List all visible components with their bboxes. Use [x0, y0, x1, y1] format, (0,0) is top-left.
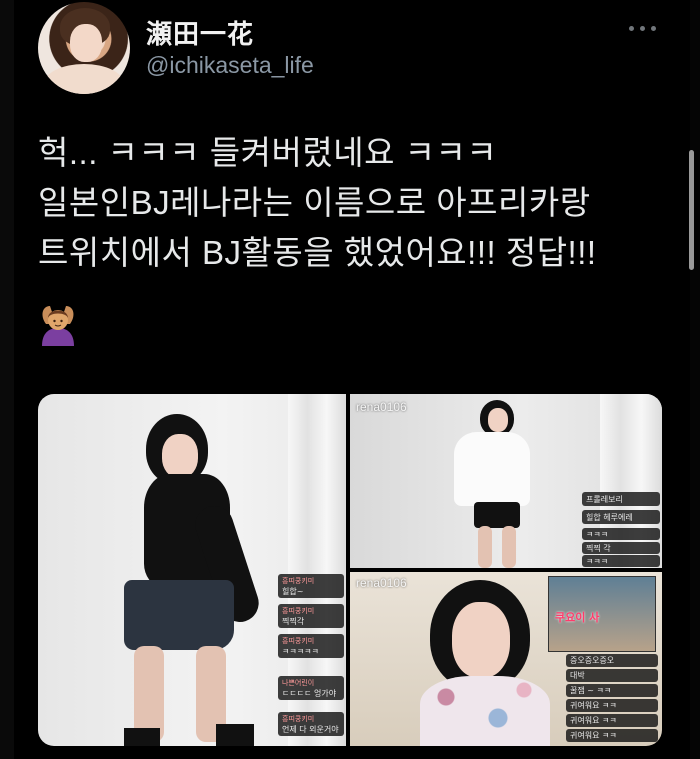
chat-username: 흥띠쿵키미 [282, 637, 315, 645]
more-options-icon[interactable] [622, 18, 662, 38]
chat-text: 귀여워요 ㅋㅋ [570, 731, 617, 740]
media-image-top-right[interactable]: rena0106 프롤레보리 힐합 헤루에레 ㅋㅋㅋ 찍찍 각 ㅋㅋㅋ [350, 394, 662, 568]
tv-caption: 쿠요이 사 [555, 611, 600, 624]
more-dot [639, 25, 645, 31]
chat-text: 대박 [570, 671, 585, 680]
face [452, 602, 510, 678]
chat-text: 찍찍각 [282, 617, 305, 626]
tweet-line: 일본인BJ레나라는 이름으로 아프리카랑 [38, 184, 591, 221]
chat-text: 귀여워요 ㅋㅋ [570, 701, 617, 710]
watermark: rena0106 [356, 400, 407, 414]
shoe [124, 728, 160, 746]
chat-message: 귀여워요 ㅋㅋ [566, 699, 658, 712]
chat-text: 찍찍 각 [586, 544, 611, 553]
chat-text: 힐합~ [282, 587, 304, 596]
display-name[interactable]: 瀬田一花 [146, 14, 254, 51]
chat-message: 흥띠쿵키미 언제 다 외운거야 [278, 712, 344, 736]
chat-message: ㅋㅋㅋ [582, 528, 660, 540]
chat-message: 흥띠쿵키미 힐합~ [278, 574, 344, 598]
chat-message: 귀여워요 ㅋㅋ [566, 729, 658, 742]
tweet-line: 트위치에서 BJ활동을 했었어요!!! 정답!!! [38, 234, 597, 271]
chat-text: 언제 다 외운거야 [282, 725, 339, 734]
watermark: rena0106 [356, 576, 407, 590]
media-grid[interactable]: 흥띠쿵키미 힐합~ 흥띠쿵키미 찍찍각 흥띠쿵키미 ㅋㅋㅋㅋㅋ 나쁜어린이 ㄷㄷ… [38, 394, 662, 746]
media-image-bottom-right[interactable]: rena0106 쿠요이 사 증오증오증오 대박 꿀잼 ~ ㅋㅋ 귀여워요 ㅋㅋ… [350, 572, 662, 746]
more-dot [650, 25, 656, 31]
scrollbar[interactable] [689, 150, 694, 270]
chat-message: 귀여워요 ㅋㅋ [566, 714, 658, 727]
chat-text: ㅋㅋㅋ [586, 530, 609, 539]
skirt [124, 580, 234, 650]
tweet-line: 헉... ㅋㅋㅋ 들켜버렸네요 ㅋㅋㅋ [38, 134, 498, 171]
chat-message: 흥띠쿵키미 ㅋㅋㅋㅋㅋ [278, 634, 344, 658]
chat-message: ㅋㅋㅋ [582, 555, 660, 567]
shoe [216, 724, 254, 746]
chat-username: 흥띠쿵키미 [282, 577, 315, 585]
white-top [454, 432, 530, 506]
chat-message: 나쁜어린이 ㄷㄷㄷㄷ 엉가야 [278, 676, 344, 700]
frame-edge-right [690, 0, 700, 759]
tweet-text: 헉... ㅋㅋㅋ 들켜버렸네요 ㅋㅋㅋ 일본인BJ레나라는 이름으로 아프리카랑… [38, 128, 678, 278]
chat-message: 증오증오증오 [566, 654, 658, 667]
chat-text: ㅋㅋㅋㅋㅋ [282, 647, 319, 656]
chat-message: 찍찍 각 [582, 542, 660, 554]
chat-text: 프롤레보리 [586, 495, 623, 504]
chat-text: 힐합 헤루에레 [586, 513, 633, 522]
media-image-left[interactable]: 흥띠쿵키미 힐합~ 흥띠쿵키미 찍찍각 흥띠쿵키미 ㅋㅋㅋㅋㅋ 나쁜어린이 ㄷㄷ… [38, 394, 346, 746]
chat-message: 힐합 헤루에레 [582, 510, 660, 524]
floral-top [420, 676, 550, 746]
more-dot [628, 25, 634, 31]
person-gesturing-ok-icon [42, 306, 74, 346]
avatar[interactable] [38, 2, 130, 94]
user-handle[interactable]: @ichikaseta_life [146, 52, 314, 79]
chat-text: 꿀잼 ~ ㅋㅋ [570, 686, 612, 695]
chat-text: ㄷㄷㄷㄷ 엉가야 [282, 689, 337, 698]
avatar-shoulder [44, 64, 124, 94]
frame-edge-left [0, 0, 14, 759]
face [162, 434, 198, 478]
chat-message: 프롤레보리 [582, 492, 660, 506]
chat-username: 흥띠쿵키미 [282, 607, 315, 615]
chat-text: 증오증오증오 [570, 656, 615, 665]
chat-message: 대박 [566, 669, 658, 682]
chat-username: 흥띠쿵키미 [282, 715, 315, 723]
leg [502, 526, 516, 568]
tv-inset: 쿠요이 사 [548, 576, 656, 652]
face [488, 408, 508, 432]
shorts [474, 502, 520, 528]
avatar-face [70, 24, 102, 62]
chat-text: 귀여워요 ㅋㅋ [570, 716, 617, 725]
chat-username: 나쁜어린이 [282, 679, 315, 687]
chat-message: 꿀잼 ~ ㅋㅋ [566, 684, 658, 697]
chat-text: ㅋㅋㅋ [586, 557, 609, 566]
chat-message: 흥띠쿵키미 찍찍각 [278, 604, 344, 628]
leg [478, 526, 492, 568]
